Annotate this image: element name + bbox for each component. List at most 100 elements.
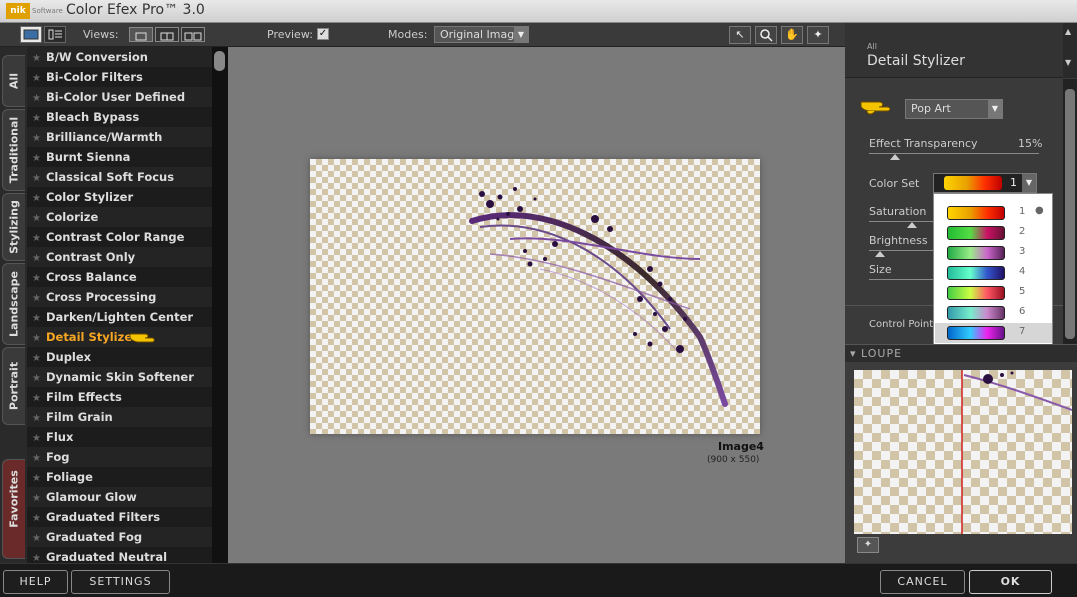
filter-item[interactable]: ★ Cross Balance — [27, 267, 212, 287]
zoom-tool-icon[interactable] — [755, 26, 777, 44]
scroll-thumb[interactable] — [1065, 89, 1075, 339]
filter-item[interactable]: ★ Film Effects — [27, 387, 212, 407]
filter-item[interactable]: ★ Graduated Neutral Density — [27, 547, 212, 563]
filter-item[interactable]: ★ Burnt Sienna — [27, 147, 212, 167]
color-set-dropdown[interactable]: 1 ● 2 3 4 5 6 7 — [933, 193, 1053, 346]
filter-item[interactable]: ★ Contrast Color Range — [27, 227, 212, 247]
header-scroll-buttons[interactable]: ▲ ▼ — [1063, 23, 1077, 78]
filter-item[interactable]: ★ Brilliance/Warmth — [27, 127, 212, 147]
filter-item[interactable]: ★ Classical Soft Focus — [27, 167, 212, 187]
effect-transparency-handle[interactable] — [890, 154, 900, 160]
filter-item[interactable]: ★ Bi-Color Filters — [27, 67, 212, 87]
color-set-option[interactable]: 7 — [935, 323, 1052, 343]
tab-favorites[interactable]: Favorites ★ — [0, 459, 25, 559]
filter-item[interactable]: ★ Bleach Bypass — [27, 107, 212, 127]
favorite-star-icon[interactable]: ★ — [32, 193, 41, 204]
ok-button[interactable]: OK — [969, 570, 1052, 594]
control-point-tool-icon[interactable]: ✦ — [807, 26, 829, 44]
favorite-star-icon[interactable]: ★ — [32, 513, 41, 524]
tab-stylizing[interactable]: Stylizing — [2, 193, 25, 261]
cancel-button[interactable]: CANCEL — [880, 570, 965, 594]
filter-item[interactable]: ★ Contrast Only — [27, 247, 212, 267]
help-button[interactable]: HELP — [3, 570, 68, 594]
list-view-icon[interactable] — [44, 26, 66, 43]
modes-select[interactable]: Original Image ▼ — [434, 26, 529, 43]
tab-traditional[interactable]: Traditional — [2, 109, 25, 191]
view-single-button[interactable] — [129, 27, 153, 42]
view-side-by-side-button[interactable] — [181, 27, 205, 42]
brush-stroke-artwork — [469, 187, 728, 407]
favorite-star-icon[interactable]: ★ — [32, 413, 41, 424]
filter-item[interactable]: ★ Detail Stylizer — [27, 327, 212, 347]
favorite-star-icon[interactable]: ★ — [32, 273, 41, 284]
view-split-button[interactable] — [155, 27, 179, 42]
favorite-star-icon[interactable]: ★ — [32, 233, 41, 244]
preview-checkbox[interactable]: ✓ — [317, 28, 329, 40]
pin-loupe-icon[interactable]: ✦ — [857, 537, 879, 553]
tab-all[interactable]: All — [2, 55, 25, 107]
tab-portrait[interactable]: Portrait — [2, 347, 25, 425]
loupe-header[interactable]: ▾ LOUPE — [845, 344, 1077, 362]
color-set-option[interactable]: 3 — [935, 243, 1052, 263]
color-set-option[interactable]: 1 ● — [935, 203, 1052, 223]
settings-button[interactable]: SETTINGS — [71, 570, 170, 594]
filter-item[interactable]: ★ Color Stylizer — [27, 187, 212, 207]
favorite-star-icon[interactable]: ★ — [32, 113, 41, 124]
panel-scrollbar[interactable] — [1063, 79, 1077, 344]
scroll-down-icon[interactable]: ▼ — [1065, 58, 1071, 67]
favorite-star-icon[interactable]: ★ — [32, 473, 41, 484]
favorite-star-icon[interactable]: ★ — [32, 173, 41, 184]
filter-item[interactable]: ★ Graduated Fog — [27, 527, 212, 547]
filter-item[interactable]: ★ Dynamic Skin Softener — [27, 367, 212, 387]
favorite-star-icon[interactable]: ★ — [32, 213, 41, 224]
filter-item[interactable]: ★ Film Grain — [27, 407, 212, 427]
favorite-star-icon[interactable]: ★ — [32, 353, 41, 364]
filter-item[interactable]: ★ Graduated Filters — [27, 507, 212, 527]
favorite-star-icon[interactable]: ★ — [32, 93, 41, 104]
filter-item[interactable]: ★ Glamour Glow — [27, 487, 212, 507]
filter-item[interactable]: ★ Foliage — [27, 467, 212, 487]
filter-item[interactable]: ★ Flux — [27, 427, 212, 447]
single-view-icon[interactable] — [20, 26, 42, 43]
favorite-star-icon[interactable]: ★ — [32, 333, 41, 344]
favorite-star-icon[interactable]: ★ — [32, 133, 41, 144]
scroll-up-icon[interactable]: ▲ — [1065, 27, 1071, 36]
pointer-tool-icon[interactable]: ↖ — [729, 26, 751, 44]
filter-item[interactable]: ★ Colorize — [27, 207, 212, 227]
color-set-option[interactable]: 6 — [935, 303, 1052, 323]
saturation-handle[interactable] — [907, 222, 917, 228]
scroll-thumb[interactable] — [214, 51, 225, 71]
color-set-option[interactable]: 4 — [935, 263, 1052, 283]
favorite-star-icon[interactable]: ★ — [32, 553, 41, 563]
image-canvas[interactable] — [310, 159, 760, 434]
color-set-option[interactable]: 5 — [935, 283, 1052, 303]
color-set-select[interactable]: 1 ▼ — [933, 173, 1037, 193]
favorite-star-icon[interactable]: ★ — [32, 533, 41, 544]
favorite-star-icon[interactable]: ★ — [32, 433, 41, 444]
favorite-star-icon[interactable]: ★ — [32, 73, 41, 84]
preview-label: Preview: — [267, 28, 313, 41]
favorite-star-icon[interactable]: ★ — [32, 313, 41, 324]
favorite-star-icon[interactable]: ★ — [32, 53, 41, 64]
favorite-star-icon[interactable]: ★ — [32, 393, 41, 404]
favorite-star-icon[interactable]: ★ — [32, 253, 41, 264]
filter-label: Contrast Only — [45, 250, 136, 264]
favorite-star-icon[interactable]: ★ — [32, 293, 41, 304]
filter-item[interactable]: ★ Darken/Lighten Center — [27, 307, 212, 327]
favorite-star-icon[interactable]: ★ — [32, 493, 41, 504]
favorite-star-icon[interactable]: ★ — [32, 153, 41, 164]
filter-list-scrollbar[interactable] — [212, 47, 228, 563]
color-set-option[interactable]: 2 — [935, 223, 1052, 243]
brightness-handle[interactable] — [875, 251, 885, 257]
hand-tool-icon[interactable]: ✋ — [781, 26, 803, 44]
filter-item[interactable]: ★ Fog — [27, 447, 212, 467]
favorite-star-icon[interactable]: ★ — [32, 453, 41, 464]
filter-item[interactable]: ★ Duplex — [27, 347, 212, 367]
filter-item[interactable]: ★ Cross Processing — [27, 287, 212, 307]
favorite-star-icon[interactable]: ★ — [32, 373, 41, 384]
color-set-number: 4 — [1019, 266, 1026, 277]
tab-landscape[interactable]: Landscape — [2, 263, 25, 345]
filter-item[interactable]: ★ Bi-Color User Defined — [27, 87, 212, 107]
preset-select[interactable]: Pop Art ▼ — [905, 99, 1003, 119]
filter-item[interactable]: ★ B/W Conversion — [27, 47, 212, 67]
